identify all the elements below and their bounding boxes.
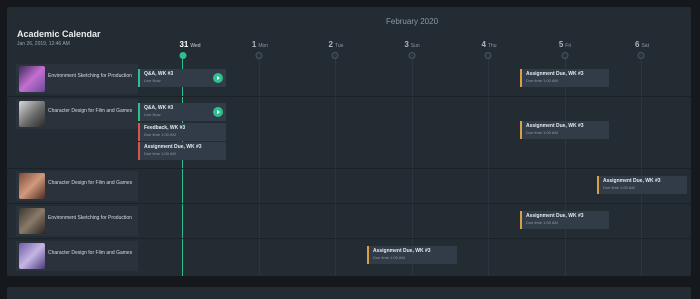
day-header-6[interactable]: 6 Sat (635, 40, 649, 49)
day-dot-icon (408, 52, 416, 59)
day-dot-icon (255, 52, 263, 59)
row-divider (7, 96, 691, 97)
day-dot-icon (637, 52, 645, 59)
event-assignment-due[interactable]: Assignment Due, WK #3 Due time 1:00 AM (597, 176, 687, 194)
row-divider (7, 168, 691, 169)
event-assignment-due[interactable]: Assignment Due, WK #3 Due time 1:00 AM (367, 246, 457, 264)
grid-line (412, 53, 413, 276)
course-row[interactable]: Environment Sketching for Production (16, 206, 138, 236)
day-dot-icon (331, 52, 339, 59)
calendar-panel: Academic Calendar Jan 26, 2019, 12:46 AM… (7, 7, 691, 276)
day-header-2[interactable]: 2 Tue (329, 40, 344, 49)
day-header-5[interactable]: 5 Fri (559, 40, 571, 49)
day-dot-icon (561, 52, 569, 59)
course-thumbnail (19, 243, 45, 269)
course-thumbnail (19, 173, 45, 199)
row-divider (7, 203, 691, 204)
course-thumbnail (19, 66, 45, 92)
day-header-4[interactable]: 4 Thu (481, 40, 496, 49)
page-title: Academic Calendar (17, 29, 101, 39)
course-row[interactable]: Character Design for Film and Games (16, 99, 138, 129)
play-icon[interactable] (213, 107, 223, 117)
grid-line (259, 53, 260, 276)
grid-line (641, 53, 642, 276)
day-header-3[interactable]: 3 Sun (404, 40, 419, 49)
course-thumbnail (19, 208, 45, 234)
row-divider (7, 238, 691, 239)
day-header-31[interactable]: 31 Wed (179, 40, 200, 49)
today-dot-icon (179, 52, 187, 59)
event-qa-live[interactable]: Q&A, WK #3 Live Now (138, 103, 226, 121)
grid-line (488, 53, 489, 276)
current-datetime: Jan 26, 2019, 12:46 AM (17, 41, 70, 47)
event-qa-live[interactable]: Q&A, WK #3 Live Now (138, 69, 226, 87)
course-row[interactable]: Character Design for Film and Games (16, 171, 138, 201)
event-assignment-due[interactable]: Assignment Due, WK #3 Due time 1:00 AM (520, 211, 609, 229)
course-name: Environment Sketching for Production (48, 73, 132, 79)
day-header-1[interactable]: 1 Mon (252, 40, 268, 49)
today-indicator-line (182, 58, 183, 276)
event-assignment-due[interactable]: Assignment Due, WK #3 Due time 1:00 AM (138, 142, 226, 160)
event-assignment-due[interactable]: Assignment Due, WK #3 Due time 1:00 AM (520, 69, 609, 87)
day-dot-icon (484, 52, 492, 59)
course-name: Character Design for Film and Games (48, 250, 133, 256)
play-icon[interactable] (213, 73, 223, 83)
course-row[interactable]: Character Design for Film and Games (16, 241, 138, 271)
event-assignment-due[interactable]: Assignment Due, WK #3 Due time 1:00 AM (520, 121, 609, 139)
month-label: February 2020 (385, 17, 439, 26)
grid-line (335, 53, 336, 276)
course-name: Character Design for Film and Games (48, 108, 133, 114)
secondary-panel (7, 287, 691, 299)
course-thumbnail (19, 101, 45, 127)
course-name: Character Design for Film and Games (48, 180, 133, 186)
course-row[interactable]: Environment Sketching for Production (16, 64, 138, 94)
course-name: Environment Sketching for Production (48, 215, 132, 221)
event-feedback[interactable]: Feedback, WK #3 Due time 1:00 AM (138, 123, 226, 141)
